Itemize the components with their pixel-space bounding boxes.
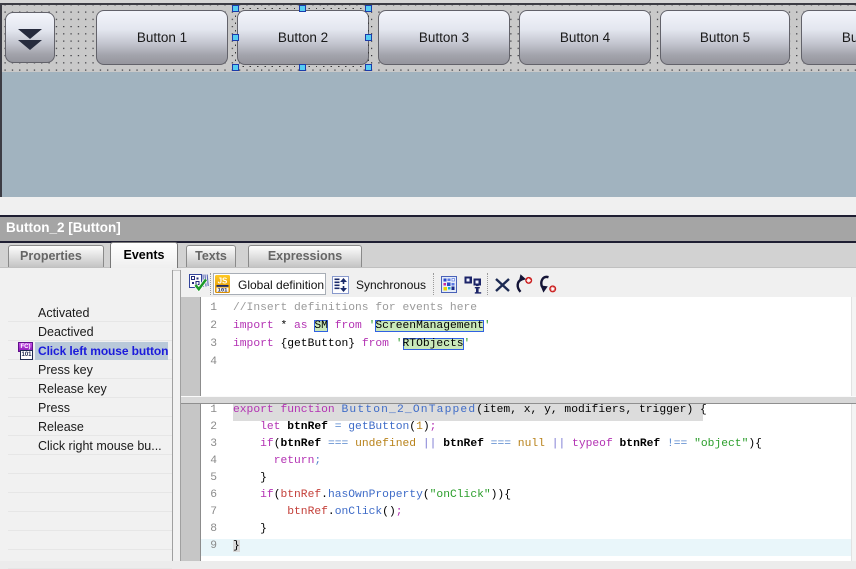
svg-text:JS: JS [218,277,228,286]
svg-text:101: 101 [218,286,229,293]
